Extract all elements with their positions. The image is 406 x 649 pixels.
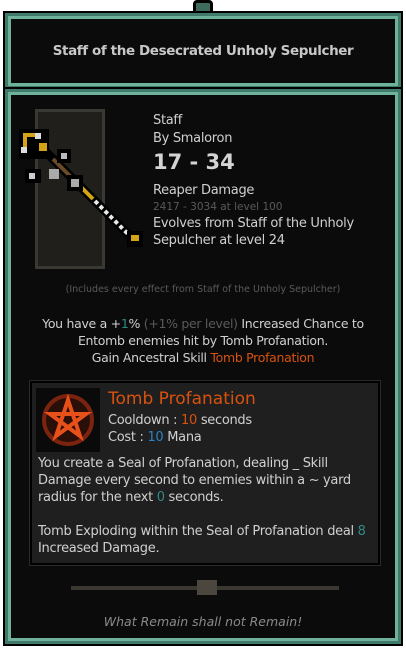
effect-text-3: Gain Ancestral Skill bbox=[91, 350, 211, 365]
effect-text-1: You have a bbox=[42, 316, 111, 331]
skill-cooldown: Cooldown : 10 seconds bbox=[108, 413, 252, 428]
bonus-pct: % bbox=[128, 316, 141, 331]
desc-2-value: 8 bbox=[357, 524, 366, 539]
per-level: (+1% per level) bbox=[140, 316, 242, 331]
bonus-sign: + bbox=[110, 316, 121, 331]
item-title: Staff of the Desecrated Unholy Sepulcher bbox=[52, 43, 354, 59]
effect-text: You have a +1% (+1% per level) Increased… bbox=[21, 315, 385, 366]
flavor-text: What Remain shall not Remain! bbox=[103, 614, 303, 629]
divider-ornament bbox=[197, 580, 217, 595]
tooltip-body: Staff By Smaloron 17 - 34 Reaper Damage … bbox=[8, 92, 398, 641]
cost-value: 10 bbox=[147, 430, 164, 445]
skill-cost: Cost : 10 Mana bbox=[108, 430, 202, 445]
damage-type: Reaper Damage bbox=[153, 183, 255, 198]
cooldown-label: Cooldown : bbox=[108, 413, 182, 428]
cost-label: Cost : bbox=[108, 430, 148, 445]
pentagram-skill-icon bbox=[36, 388, 100, 452]
cooldown-unit: seconds bbox=[196, 413, 252, 428]
skill-panel: Tomb Profanation Cooldown : 10 seconds C… bbox=[30, 381, 380, 565]
item-type: Staff bbox=[153, 113, 182, 128]
desc-2b: Increased Damage. bbox=[38, 541, 160, 556]
includes-note: (Includes every effect from Staff of the… bbox=[65, 284, 341, 295]
max-damage: 2417 - 3034 at level 100 bbox=[153, 201, 283, 213]
title-panel: Staff of the Desecrated Unholy Sepulcher bbox=[8, 16, 398, 86]
item-author: By Smaloron bbox=[153, 131, 233, 146]
evolves-from: Evolves from Staff of the Unholy Sepulch… bbox=[153, 216, 354, 248]
damage-range: 17 - 34 bbox=[153, 150, 235, 174]
skill-name: Tomb Profanation bbox=[108, 389, 256, 409]
cost-unit: Mana bbox=[163, 430, 202, 445]
desc-1b: seconds. bbox=[164, 490, 224, 505]
cooldown-value: 10 bbox=[181, 413, 197, 428]
skill-link: Tomb Profanation bbox=[210, 350, 315, 365]
desc-1-value: 0 bbox=[156, 490, 165, 505]
skill-description: You create a Seal of Profanation, dealin… bbox=[38, 455, 376, 557]
desc-2a: Tomb Exploding within the Seal of Profan… bbox=[38, 524, 358, 539]
staff-icon bbox=[19, 129, 143, 248]
